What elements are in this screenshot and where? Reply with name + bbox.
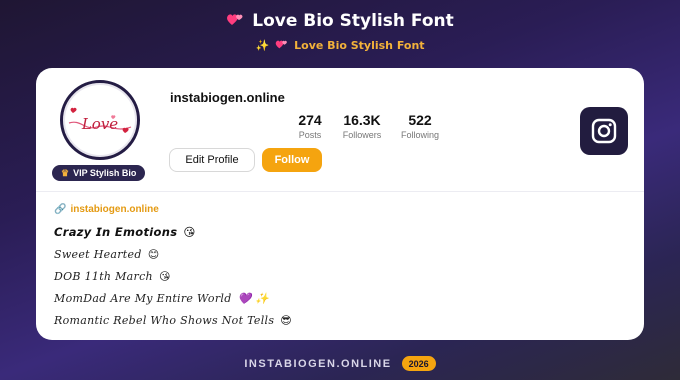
- kiss-face-icon: 😘: [158, 269, 171, 283]
- bio-line-text: DOB 11th March: [54, 269, 153, 283]
- link-icon: 🔗: [54, 203, 67, 215]
- bio-line: MomDad Are My Entire World 💜 ✨: [54, 287, 614, 309]
- stat-label: Followers: [342, 130, 382, 140]
- bio-section: 🔗 instabiogen.online 𝘾𝙧𝙖𝙯𝙮 𝙄𝙣 𝙀𝙢𝙤𝙩𝙞𝙤𝙣𝙨 😘…: [54, 202, 614, 331]
- love-script-logo: Love: [60, 80, 140, 160]
- sunglasses-face-icon: 😎: [280, 313, 293, 327]
- username: instabiogen.online: [170, 90, 285, 105]
- kiss-face-icon: 😘: [183, 225, 196, 239]
- two-hearts-icon: [226, 11, 244, 32]
- bio-link-text: instabiogen.online: [70, 203, 159, 215]
- bio-line: DOB 11th March 😘: [54, 265, 614, 287]
- stat-label: Posts: [298, 130, 322, 140]
- sparkles-icon: ✨: [255, 39, 270, 52]
- stat-label: Following: [400, 130, 440, 140]
- instagram-icon[interactable]: [580, 107, 628, 155]
- year-badge: 2026: [401, 356, 436, 371]
- smiling-face-icon: 😊: [147, 247, 160, 261]
- bio-line-text: Sweet Hearted: [54, 247, 142, 261]
- bio-line: Romantic Rebel Who Shows Not Tells 😎: [54, 309, 614, 331]
- footer-site[interactable]: INSTABIOGEN.ONLINE: [244, 358, 391, 370]
- page-subtitle: ✨ Love Bio Stylish Font: [255, 38, 424, 53]
- vip-badge: ♛ VIP Stylish Bio: [52, 165, 146, 181]
- stat-posts: 274 Posts: [280, 112, 340, 140]
- two-hearts-icon: [275, 38, 288, 53]
- follow-button[interactable]: Follow: [262, 148, 322, 172]
- vip-badge-label: VIP Stylish Bio: [73, 168, 137, 178]
- bio-line-text: Romantic Rebel Who Shows Not Tells: [54, 313, 275, 327]
- bio-line: Sweet Hearted 😊: [54, 243, 614, 265]
- stat-followers[interactable]: 16.3K Followers: [332, 112, 392, 140]
- page-header: Love Bio Stylish Font ✨ Love Bio Stylish…: [0, 8, 680, 53]
- bio-line-text: 𝘾𝙧𝙖𝙯𝙮 𝙄𝙣 𝙀𝙢𝙤𝙩𝙞𝙤𝙣𝙨: [54, 225, 178, 239]
- profile-card: Love ♛ VIP Stylish Bio instabiogen.onlin…: [36, 68, 644, 340]
- avatar-love-text: Love: [81, 115, 119, 133]
- stat-value: 274: [298, 112, 322, 128]
- stat-value: 16.3K: [343, 112, 381, 128]
- stat-following[interactable]: 522 Following: [390, 112, 450, 140]
- page-title-text: Love Bio Stylish Font: [252, 11, 454, 31]
- crown-icon: ♛: [61, 167, 70, 178]
- page-title: Love Bio Stylish Font: [226, 8, 454, 34]
- bio-line: 𝘾𝙧𝙖𝙯𝙮 𝙄𝙣 𝙀𝙢𝙤𝙩𝙞𝙤𝙣𝙨 😘: [54, 221, 614, 243]
- bio-line-text: MomDad Are My Entire World: [54, 291, 232, 305]
- stat-value: 522: [408, 112, 432, 128]
- footer: INSTABIOGEN.ONLINE 2026: [0, 356, 680, 371]
- page-subtitle-text: Love Bio Stylish Font: [294, 39, 425, 52]
- edit-profile-button[interactable]: Edit Profile: [169, 148, 255, 172]
- bio-link[interactable]: 🔗 instabiogen.online: [54, 202, 614, 216]
- avatar[interactable]: Love: [60, 80, 144, 164]
- divider: [36, 191, 644, 192]
- purple-heart-sparkles-icon: 💜 ✨: [237, 291, 270, 305]
